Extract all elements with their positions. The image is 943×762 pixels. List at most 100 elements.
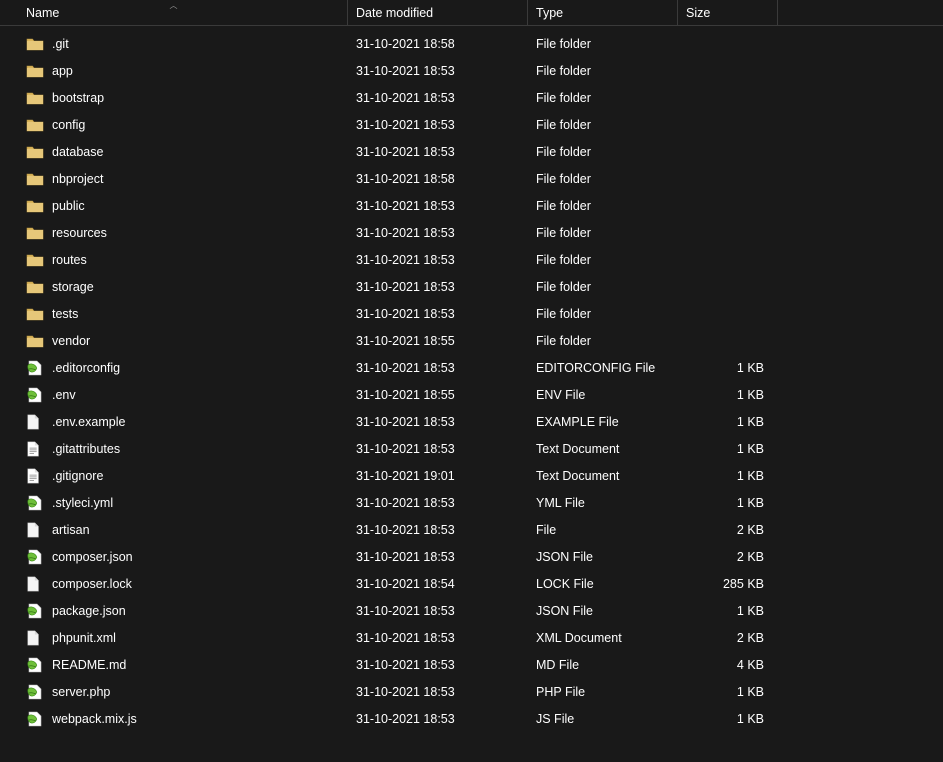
file-row[interactable]: composer.json31-10-2021 18:53JSON File2 … [0, 543, 943, 570]
file-name-cell: .git [0, 30, 348, 57]
file-name: storage [52, 280, 94, 294]
file-row[interactable]: bootstrap31-10-2021 18:53File folder [0, 84, 943, 111]
file-size-cell: 1 KB [678, 462, 778, 489]
code-icon [26, 386, 44, 404]
file-name: config [52, 118, 85, 132]
file-row[interactable]: storage31-10-2021 18:53File folder [0, 273, 943, 300]
file-date: 31-10-2021 18:55 [356, 334, 455, 348]
file-name: server.php [52, 685, 110, 699]
folder-icon [26, 305, 44, 323]
folder-icon [26, 89, 44, 107]
file-name: artisan [52, 523, 90, 537]
file-type-cell: PHP File [528, 678, 678, 705]
file-row[interactable]: artisan31-10-2021 18:53File2 KB [0, 516, 943, 543]
file-row[interactable]: server.php31-10-2021 18:53PHP File1 KB [0, 678, 943, 705]
file-size-cell [678, 111, 778, 138]
file-size: 4 KB [737, 658, 764, 672]
file-size-cell [678, 165, 778, 192]
file-row[interactable]: phpunit.xml31-10-2021 18:53XML Document2… [0, 624, 943, 651]
file-type: Text Document [536, 469, 619, 483]
file-type: File folder [536, 91, 591, 105]
file-name: .env [52, 388, 76, 402]
folder-icon [26, 35, 44, 53]
file-size: 1 KB [737, 415, 764, 429]
file-rows: .git31-10-2021 18:58File folderapp31-10-… [0, 26, 943, 732]
file-row[interactable]: .git31-10-2021 18:58File folder [0, 30, 943, 57]
file-date: 31-10-2021 18:53 [356, 415, 455, 429]
file-row[interactable]: tests31-10-2021 18:53File folder [0, 300, 943, 327]
file-size: 1 KB [737, 442, 764, 456]
code-icon [26, 710, 44, 728]
column-header-type[interactable]: Type [528, 0, 678, 25]
file-row[interactable]: .env.example31-10-2021 18:53EXAMPLE File… [0, 408, 943, 435]
file-row[interactable]: .env31-10-2021 18:55ENV File1 KB [0, 381, 943, 408]
file-row[interactable]: .editorconfig31-10-2021 18:53EDITORCONFI… [0, 354, 943, 381]
file-row[interactable]: composer.lock31-10-2021 18:54LOCK File28… [0, 570, 943, 597]
file-type: File folder [536, 172, 591, 186]
column-header-name[interactable]: Name ︿ [0, 0, 348, 25]
folder-icon [26, 116, 44, 134]
file-date: 31-10-2021 18:53 [356, 496, 455, 510]
file-name-cell: package.json [0, 597, 348, 624]
file-name: routes [52, 253, 87, 267]
column-header-date-label: Date modified [356, 6, 433, 20]
column-header-date[interactable]: Date modified [348, 0, 528, 25]
file-row[interactable]: routes31-10-2021 18:53File folder [0, 246, 943, 273]
file-row[interactable]: public31-10-2021 18:53File folder [0, 192, 943, 219]
file-row[interactable]: .gitignore31-10-2021 19:01Text Document1… [0, 462, 943, 489]
file-name-cell: public [0, 192, 348, 219]
file-type: File folder [536, 199, 591, 213]
file-row[interactable]: nbproject31-10-2021 18:58File folder [0, 165, 943, 192]
file-size-cell [678, 57, 778, 84]
file-type-cell: File folder [528, 165, 678, 192]
file-row[interactable]: webpack.mix.js31-10-2021 18:53JS File1 K… [0, 705, 943, 732]
file-row[interactable]: .gitattributes31-10-2021 18:53Text Docum… [0, 435, 943, 462]
folder-icon [26, 170, 44, 188]
file-row[interactable]: app31-10-2021 18:53File folder [0, 57, 943, 84]
file-row[interactable]: config31-10-2021 18:53File folder [0, 111, 943, 138]
file-date: 31-10-2021 18:53 [356, 631, 455, 645]
file-row[interactable]: resources31-10-2021 18:53File folder [0, 219, 943, 246]
file-row[interactable]: .styleci.yml31-10-2021 18:53YML File1 KB [0, 489, 943, 516]
file-date: 31-10-2021 18:53 [356, 226, 455, 240]
file-row[interactable]: package.json31-10-2021 18:53JSON File1 K… [0, 597, 943, 624]
file-type-cell: File folder [528, 300, 678, 327]
file-name-cell: README.md [0, 651, 348, 678]
file-date-cell: 31-10-2021 18:55 [348, 327, 528, 354]
text-icon [26, 440, 44, 458]
file-icon [26, 413, 44, 431]
file-type-cell: Text Document [528, 435, 678, 462]
file-size-cell: 1 KB [678, 408, 778, 435]
file-type: ENV File [536, 388, 585, 402]
code-icon [26, 656, 44, 674]
file-name: .editorconfig [52, 361, 120, 375]
code-icon [26, 359, 44, 377]
file-name-cell: nbproject [0, 165, 348, 192]
file-date: 31-10-2021 18:53 [356, 91, 455, 105]
file-date: 31-10-2021 18:53 [356, 64, 455, 78]
file-type-cell: Text Document [528, 462, 678, 489]
folder-icon [26, 197, 44, 215]
file-type: PHP File [536, 685, 585, 699]
file-row[interactable]: README.md31-10-2021 18:53MD File4 KB [0, 651, 943, 678]
file-name-cell: config [0, 111, 348, 138]
column-header-type-label: Type [536, 6, 563, 20]
file-size-cell: 4 KB [678, 651, 778, 678]
file-type: File folder [536, 118, 591, 132]
folder-icon [26, 278, 44, 296]
file-type-cell: File folder [528, 327, 678, 354]
file-date-cell: 31-10-2021 18:53 [348, 246, 528, 273]
file-type: JSON File [536, 604, 593, 618]
file-date-cell: 31-10-2021 18:55 [348, 381, 528, 408]
file-name: composer.json [52, 550, 133, 564]
file-row[interactable]: vendor31-10-2021 18:55File folder [0, 327, 943, 354]
file-row[interactable]: database31-10-2021 18:53File folder [0, 138, 943, 165]
folder-icon [26, 143, 44, 161]
file-date: 31-10-2021 19:01 [356, 469, 455, 483]
file-name: database [52, 145, 103, 159]
file-name: .git [52, 37, 69, 51]
column-header-row: Name ︿ Date modified Type Size [0, 0, 943, 26]
file-date-cell: 31-10-2021 18:53 [348, 705, 528, 732]
column-header-size[interactable]: Size [678, 0, 778, 25]
file-size-cell: 1 KB [678, 597, 778, 624]
